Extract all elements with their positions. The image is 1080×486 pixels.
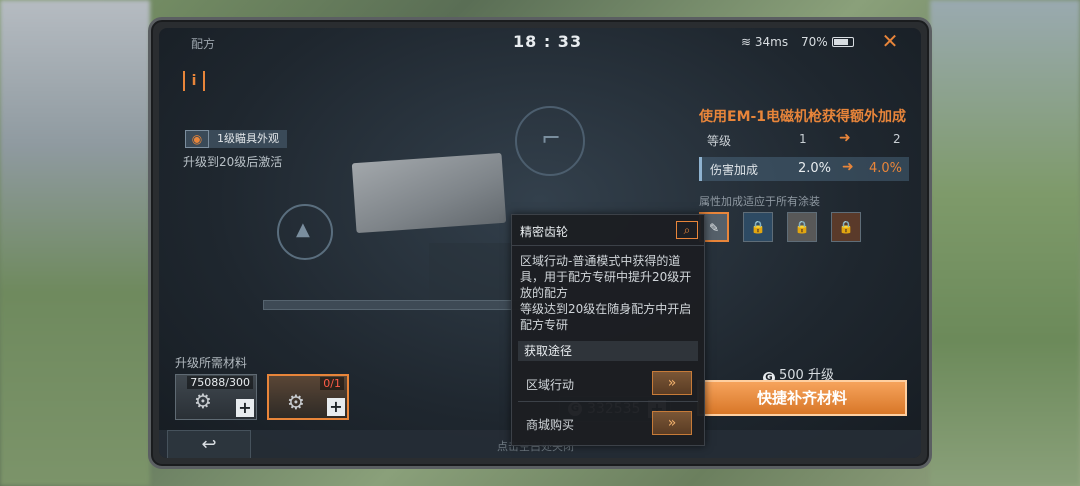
wifi-icon: ≋	[741, 35, 752, 49]
skin-list: ✎ 🔒 🔒 🔒	[699, 212, 861, 242]
latency-value: 34ms	[754, 35, 789, 49]
damage-label: 伤害加成	[710, 163, 759, 177]
item-tooltip: 精密齿轮 ⌕ 区域行动-普通模式中获得的道具，用于配方专研中提升20级开放的配方…	[511, 214, 705, 446]
back-button[interactable]: ↩	[167, 430, 251, 458]
arrow-right-icon: ➜	[839, 130, 851, 146]
bonus-title: 使用EM-1电磁机枪获得额外加成	[699, 109, 907, 125]
battery-percent: 70%	[801, 35, 828, 49]
gear-icon: ⚙	[287, 390, 305, 414]
unlock-text: 升级到20级后激活	[183, 155, 283, 169]
go-button[interactable]: »	[652, 411, 692, 435]
skins-note: 属性加成适应于所有涂装	[699, 195, 820, 208]
level-from: 1	[799, 132, 807, 146]
material-count: 75088/300	[187, 376, 253, 389]
status-bar: 配方 18 : 33 ≋ 34ms 70% ✕	[159, 28, 921, 56]
screen-title: 配方	[191, 37, 216, 51]
tooltip-title: 精密齿轮	[520, 225, 569, 239]
skin-label: 1级瞄具外观	[209, 130, 287, 148]
divider	[518, 401, 698, 402]
background-right	[930, 0, 1080, 486]
material-part-icon: ⚙	[194, 389, 212, 413]
level-to: 2	[893, 132, 901, 146]
add-material-button[interactable]: +	[327, 398, 345, 416]
lock-icon: 🔒	[794, 220, 810, 234]
close-button[interactable]: ✕	[879, 30, 901, 52]
lock-icon: 🔒	[838, 220, 854, 234]
source-row: 商城购买 »	[518, 409, 698, 439]
clock: 18 : 33	[513, 32, 583, 51]
tooltip-description: 区域行动-普通模式中获得的道具，用于配方专研中提升20级开放的配方 等级达到20…	[520, 254, 692, 332]
damage-from: 2.0%	[798, 161, 832, 176]
add-material-button[interactable]: +	[236, 399, 254, 417]
eye-icon: ◉	[185, 130, 209, 148]
source-section-title: 获取途径	[518, 341, 698, 361]
attachment-slot-icon[interactable]	[277, 204, 333, 260]
device-frame: 配方 18 : 33 ≋ 34ms 70% ✕ i ◉ 1级瞄具外观 升级到20…	[148, 17, 932, 469]
recipe-slot-icon[interactable]	[515, 106, 585, 176]
skin-option-locked[interactable]: 🔒	[743, 212, 773, 242]
background-left	[0, 0, 150, 486]
quick-fill-button[interactable]: 快捷补齐材料	[697, 380, 907, 416]
damage-to: 4.0%	[869, 161, 903, 176]
source-name: 商城购买	[526, 418, 575, 432]
battery-icon	[832, 37, 854, 47]
level-label: 等级	[707, 134, 732, 148]
skin-option-locked[interactable]: 🔒	[787, 212, 817, 242]
damage-row: 伤害加成 2.0% ➜ 4.0%	[699, 157, 909, 181]
lock-icon: 🔒	[750, 220, 766, 234]
wifi-latency: ≋ 34ms	[741, 35, 788, 49]
source-row: 区域行动 »	[518, 369, 698, 399]
materials-title: 升级所需材料	[175, 356, 248, 370]
level-row: 等级 1 ➜ 2	[699, 130, 909, 150]
blueprint-image	[351, 152, 507, 234]
source-name: 区域行动	[526, 378, 575, 392]
info-button[interactable]: i	[183, 71, 205, 91]
recipe-screen: 配方 18 : 33 ≋ 34ms 70% ✕ i ◉ 1级瞄具外观 升级到20…	[159, 28, 921, 458]
search-icon[interactable]: ⌕	[676, 221, 698, 239]
skin-option-locked[interactable]: 🔒	[831, 212, 861, 242]
go-button[interactable]: »	[652, 371, 692, 395]
arrow-right-icon: ➜	[842, 159, 854, 175]
material-slot[interactable]: 75088/300 ⚙ +	[175, 374, 257, 420]
divider	[512, 245, 704, 246]
material-count: 0/1	[320, 377, 344, 390]
material-slot-selected[interactable]: 0/1 ⚙ +	[267, 374, 349, 420]
